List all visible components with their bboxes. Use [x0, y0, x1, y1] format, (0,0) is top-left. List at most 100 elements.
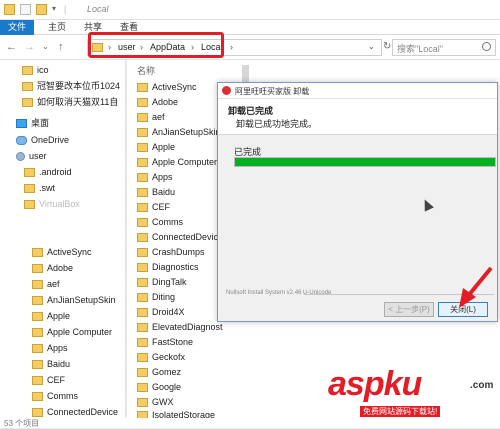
list-item[interactable]: GWX: [137, 395, 174, 409]
qat-dropdown-icon[interactable]: ▾: [52, 4, 63, 15]
folder-icon: [137, 128, 148, 138]
breadcrumb-separator: ›: [230, 42, 233, 52]
list-item[interactable]: ActiveSync: [137, 80, 197, 94]
folder-icon: [32, 296, 43, 306]
dialog-subheading: 卸载已成功地完成。: [236, 119, 318, 129]
uninstall-dialog: 阿里旺旺买家版 卸载 卸载已完成 卸载已成功地完成。 已完成 Nullsoft …: [217, 82, 498, 322]
close-button[interactable]: 关闭(L): [438, 302, 488, 317]
folder-icon: [137, 203, 148, 213]
installer-brand: Nullsoft Install System v2.46 U-Unicode: [226, 290, 332, 296]
folder-icon: [22, 82, 33, 92]
list-item[interactable]: Apps: [137, 170, 173, 184]
list-item[interactable]: DingTalk: [137, 275, 187, 289]
folder-icon: [137, 338, 148, 348]
search-input[interactable]: 搜索"Local": [392, 39, 496, 56]
folder-icon: [137, 158, 148, 168]
folder-icon: [137, 293, 148, 303]
nav-item[interactable]: Comms: [32, 389, 78, 403]
folder-icon: [137, 308, 148, 318]
list-item[interactable]: Baidu: [137, 185, 175, 199]
folder-icon: [32, 280, 43, 290]
folder-icon[interactable]: [4, 4, 15, 15]
nav-item[interactable]: 冠智要改本位币1024: [22, 79, 120, 93]
new-folder-icon[interactable]: [36, 4, 47, 15]
folder-icon: [32, 392, 43, 402]
forward-icon[interactable]: →: [24, 40, 35, 54]
nav-item[interactable]: ActiveSync: [32, 245, 92, 259]
folder-icon: [137, 368, 148, 378]
list-item[interactable]: IsolatedStorage: [137, 408, 215, 418]
folder-icon: [32, 376, 43, 386]
folder-icon: [137, 411, 148, 418]
nav-item[interactable]: Apple: [32, 309, 70, 323]
nav-item[interactable]: Baidu: [32, 357, 70, 371]
up-icon[interactable]: ↑: [58, 40, 64, 54]
folder-icon: [137, 113, 148, 123]
nav-item-desktop[interactable]: 桌面: [16, 116, 49, 130]
list-item[interactable]: Diagnostics: [137, 260, 199, 274]
navigation-pane: ico 冠智要改本位币1024 如何取消天猫双11自 桌面 OneDrive u…: [0, 60, 126, 418]
tab-file[interactable]: 文件: [0, 20, 35, 35]
list-item[interactable]: AnJianSetupSkin: [137, 125, 221, 139]
list-item[interactable]: ConnectedDevice: [137, 230, 223, 244]
folder-icon: [137, 83, 148, 93]
folder-icon: [22, 66, 33, 76]
nav-item[interactable]: CEF: [32, 373, 65, 387]
list-item[interactable]: Apple Computer: [137, 155, 217, 169]
address-dropdown-icon[interactable]: ⌄: [368, 42, 375, 51]
list-item[interactable]: aef: [137, 110, 165, 124]
list-item[interactable]: Google: [137, 380, 181, 394]
nav-item-onedrive[interactable]: OneDrive: [16, 133, 69, 147]
folder-icon: [137, 173, 148, 183]
list-item[interactable]: CrashDumps: [137, 245, 205, 259]
dialog-title: 阿里旺旺买家版 卸载: [235, 87, 310, 96]
folder-icon: [137, 278, 148, 288]
list-item[interactable]: Geckofx: [137, 350, 185, 364]
folder-icon: [24, 184, 35, 194]
recent-dropdown-icon[interactable]: ⌄: [42, 40, 49, 54]
nav-item[interactable]: ico: [22, 63, 49, 77]
title-separator: |: [64, 4, 67, 14]
nav-item-user[interactable]: user: [16, 149, 47, 163]
progress-bar: [234, 157, 496, 167]
list-item[interactable]: Apple: [137, 140, 175, 154]
list-item[interactable]: Gomez: [137, 365, 181, 379]
folder-icon: [137, 248, 148, 258]
tab-home[interactable]: 主页: [40, 20, 74, 35]
status-bar: 53 个项目: [0, 418, 500, 428]
column-header-name[interactable]: 名称: [137, 64, 155, 77]
nav-item[interactable]: Apple Computer: [32, 325, 112, 339]
list-item[interactable]: ElevatedDiagnost: [137, 320, 223, 334]
dialog-titlebar[interactable]: 阿里旺旺买家版 卸载: [218, 83, 497, 99]
folder-icon: [137, 143, 148, 153]
folder-icon: [32, 328, 43, 338]
nav-item[interactable]: aef: [32, 277, 60, 291]
list-item[interactable]: FastStone: [137, 335, 193, 349]
list-item[interactable]: Droid4X: [137, 305, 185, 319]
properties-icon[interactable]: [20, 4, 31, 15]
nav-item[interactable]: AnJianSetupSkin: [32, 293, 116, 307]
user-icon: [16, 152, 25, 162]
window-title: Local: [87, 4, 109, 14]
nav-item[interactable]: .android: [24, 165, 72, 179]
nav-item[interactable]: .swt: [24, 181, 55, 195]
progress-fill: [235, 158, 495, 166]
nav-item[interactable]: Adobe: [32, 261, 73, 275]
nav-item[interactable]: VirtualBox: [24, 197, 80, 211]
list-item[interactable]: Adobe: [137, 95, 178, 109]
folder-icon: [137, 98, 148, 108]
folder-icon: [32, 312, 43, 322]
folder-icon: [24, 200, 35, 210]
refresh-icon[interactable]: ↻: [383, 40, 391, 54]
previous-button[interactable]: < 上一步(P): [384, 302, 434, 317]
watermark-logo: aspku: [328, 365, 422, 403]
nav-item[interactable]: 如何取消天猫双11自: [22, 95, 118, 109]
back-icon[interactable]: ←: [6, 40, 17, 54]
search-icon[interactable]: [482, 42, 491, 51]
folder-icon: [32, 264, 43, 274]
nav-item[interactable]: ConnectedDevice: [32, 405, 118, 419]
nav-item[interactable]: Apps: [32, 341, 68, 355]
list-item[interactable]: Diting: [137, 290, 175, 304]
list-item[interactable]: Comms: [137, 215, 183, 229]
list-item[interactable]: CEF: [137, 200, 170, 214]
